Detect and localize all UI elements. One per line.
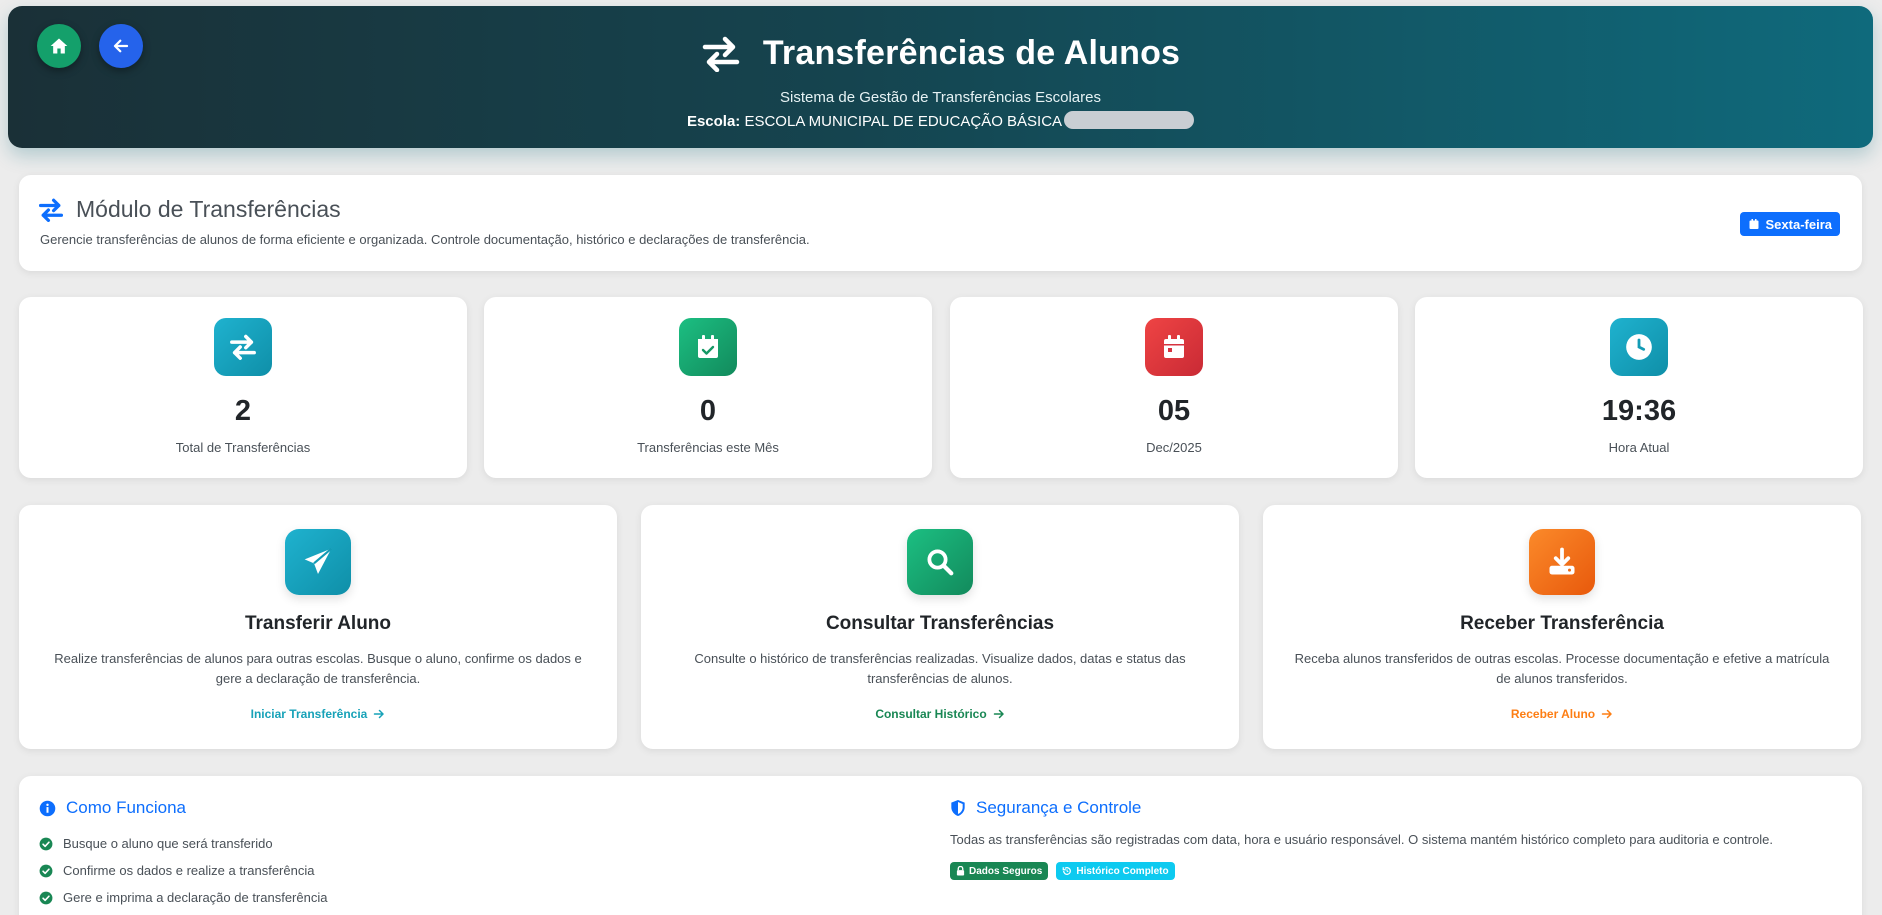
day-badge-label: Sexta-feira	[1765, 216, 1832, 232]
calendar-check-icon	[698, 335, 718, 358]
security-title: Segurança e Controle	[950, 798, 1141, 818]
security-label: Segurança e Controle	[976, 798, 1142, 817]
check-circle-icon	[39, 864, 53, 877]
stat-icon-box	[1145, 318, 1203, 376]
how-it-works-title: Como Funciona	[39, 798, 186, 818]
list-item: Confirme os dados e realize a transferên…	[39, 857, 327, 884]
paper-plane-icon	[304, 547, 333, 574]
history-icon	[1062, 867, 1072, 875]
list-item: Busque o aluno que será transferido	[39, 830, 327, 857]
consult-history-link[interactable]: Consultar Histórico	[641, 707, 1239, 721]
module-title: Módulo de Transferências	[76, 196, 341, 222]
steps-list: Busque o aluno que será transferido Conf…	[39, 830, 327, 911]
status-badge: Dados Seguros	[950, 862, 1049, 880]
action-description: Realize transferências de alunos para ou…	[54, 651, 582, 686]
arrow-right-icon	[993, 709, 1004, 719]
stat-card-time: 19:36 Hora Atual	[1415, 297, 1863, 478]
security-badges: Dados Seguros Histórico Completo	[950, 862, 1175, 880]
redacted-blur	[1064, 111, 1195, 129]
action-icon-box	[1529, 529, 1595, 595]
action-icon-box	[907, 529, 973, 595]
stat-value: 0	[699, 395, 717, 427]
page-header: Transferências de Alunos Sistema de Gest…	[8, 6, 1873, 148]
stat-value: 2	[234, 395, 252, 427]
module-card: Módulo de Transferências Gerencie transf…	[19, 175, 1862, 271]
calendar-icon	[1749, 219, 1759, 229]
page-title: Transferências de Alunos	[762, 34, 1181, 72]
transfer-icon	[230, 334, 256, 360]
stat-value: 19:36	[1601, 395, 1677, 427]
app-root: Transferências de Alunos Sistema de Gest…	[0, 0, 1882, 915]
step-text: Confirme os dados e realize a transferên…	[63, 863, 315, 878]
header-title-row: Transferências de Alunos	[8, 34, 1873, 73]
arrow-right-icon	[374, 709, 385, 719]
stat-card-date: 05 Dec/2025	[950, 297, 1398, 478]
school-info: Escola: ESCOLA MUNICIPAL DE EDUCAÇÃO BÁS…	[8, 111, 1873, 130]
action-link-label: Receber Aluno	[1510, 707, 1596, 721]
stat-icon-box	[679, 318, 737, 376]
clock-icon	[1626, 334, 1652, 360]
action-description: Consulte o histórico de transferências r…	[694, 651, 1186, 686]
search-icon	[927, 549, 954, 576]
module-description: Gerencie transferências de alunos de for…	[40, 232, 810, 247]
info-icon	[39, 800, 56, 816]
status-badge: Histórico Completo	[1056, 862, 1175, 880]
transfer-icon	[38, 198, 64, 222]
stat-card-total: 2 Total de Transferências	[19, 297, 467, 478]
action-link-label: Iniciar Transferência	[250, 707, 368, 721]
action-title: Consultar Transferências	[825, 613, 1055, 634]
shield-icon	[951, 800, 965, 816]
school-name: ESCOLA MUNICIPAL DE EDUCAÇÃO BÁSICA	[744, 113, 1063, 130]
school-label: Escola:	[686, 113, 741, 130]
download-icon	[1549, 547, 1575, 575]
lock-icon	[956, 866, 965, 876]
stat-icon-box	[1610, 318, 1668, 376]
stat-label: Hora Atual	[1608, 440, 1670, 455]
action-title: Receber Transferência	[1460, 613, 1664, 634]
start-transfer-link[interactable]: Iniciar Transferência	[19, 707, 617, 721]
arrow-right-icon	[1601, 709, 1612, 719]
action-title: Transferir Aluno	[244, 613, 392, 634]
step-text: Busque o aluno que será transferido	[63, 836, 273, 851]
action-icon-box	[285, 529, 351, 595]
action-link-label: Consultar Histórico	[875, 707, 987, 721]
receive-student-link[interactable]: Receber Aluno	[1263, 707, 1861, 721]
action-card-receive[interactable]: Receber Transferência Receba alunos tran…	[1263, 505, 1861, 749]
badge-label: Dados Seguros	[969, 865, 1043, 877]
page-subtitle: Sistema de Gestão de Transferências Esco…	[780, 89, 1101, 106]
info-card: Como Funciona Busque o aluno que será tr…	[19, 776, 1862, 915]
step-text: Gere e imprima a declaração de transferê…	[63, 890, 328, 905]
stat-label: Dec/2025	[1146, 440, 1202, 455]
how-it-works-label: Como Funciona	[66, 798, 187, 817]
stat-icon-box	[214, 318, 272, 376]
badge-label: Histórico Completo	[1076, 865, 1169, 877]
action-card-transfer[interactable]: Transferir Aluno Realize transferências …	[19, 505, 617, 749]
check-circle-icon	[39, 837, 53, 850]
check-circle-icon	[39, 891, 53, 904]
day-badge: Sexta-feira	[1739, 212, 1840, 236]
calendar-icon	[1164, 335, 1184, 358]
module-title-row: Módulo de Transferências	[38, 196, 341, 223]
transfer-icon	[702, 36, 740, 72]
stat-label: Transferências este Mês	[637, 440, 779, 455]
stat-label: Total de Transferências	[175, 440, 311, 455]
action-description: Receba alunos transferidos de outras esc…	[1294, 651, 1830, 686]
action-card-consult[interactable]: Consultar Transferências Consulte o hist…	[641, 505, 1239, 749]
list-item: Gere e imprima a declaração de transferê…	[39, 884, 327, 911]
stat-card-month: 0 Transferências este Mês	[484, 297, 932, 478]
stat-value: 05	[1157, 395, 1191, 427]
security-text: Todas as transferências são registradas …	[950, 832, 1774, 847]
